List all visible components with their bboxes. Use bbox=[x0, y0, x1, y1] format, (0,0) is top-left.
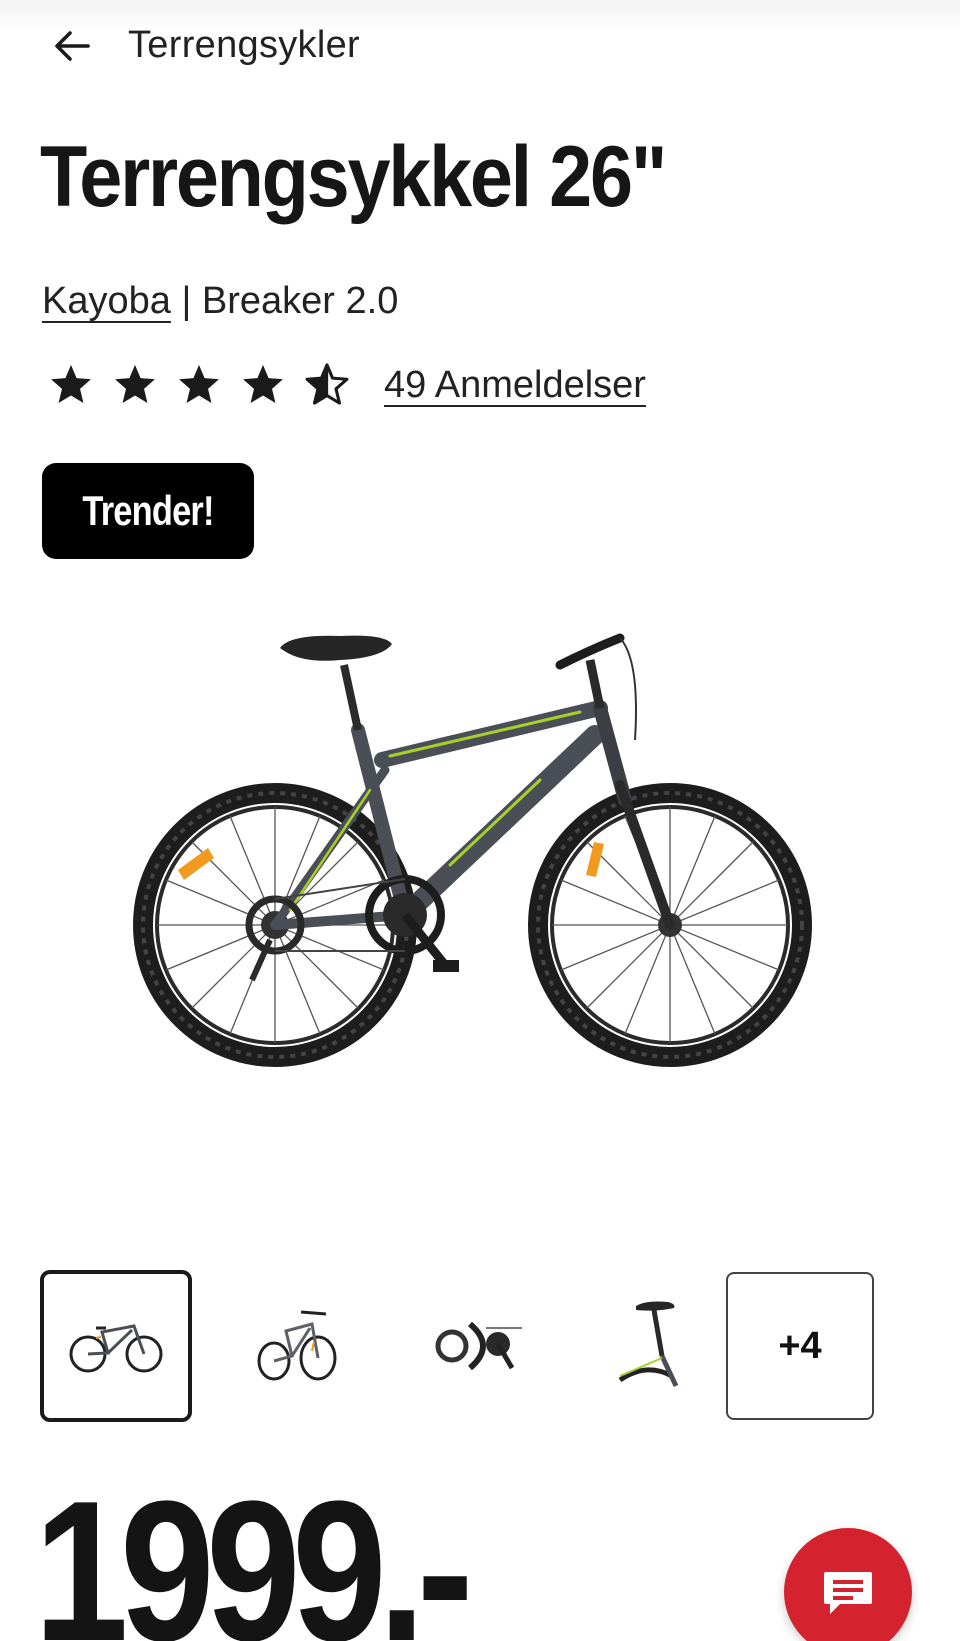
arrow-left-icon bbox=[55, 31, 90, 61]
mountain-bike-image[interactable] bbox=[100, 620, 860, 1090]
product-title: Terrengsykkel 26" bbox=[40, 129, 667, 225]
more-images-button[interactable]: +4 bbox=[726, 1272, 874, 1420]
badge-label: Trender! bbox=[82, 487, 214, 534]
seat-closeup-thumbnail[interactable] bbox=[580, 1270, 732, 1422]
gears-closeup-thumbnail[interactable] bbox=[400, 1270, 552, 1422]
star-full-icon bbox=[179, 364, 219, 404]
bike-side-thumbnail-image bbox=[69, 1324, 163, 1373]
product-price: 1999.- bbox=[34, 1460, 474, 1641]
model-name: Breaker 2.0 bbox=[201, 280, 399, 322]
star-rating bbox=[48, 362, 350, 408]
star-full-icon bbox=[51, 364, 91, 404]
star-half-icon bbox=[305, 363, 349, 405]
star-full-icon bbox=[243, 364, 283, 404]
bike-side-thumbnail[interactable] bbox=[40, 1270, 192, 1422]
top-bar: Terrengsykler bbox=[0, 0, 960, 96]
breadcrumb[interactable]: Terrengsykler bbox=[128, 24, 360, 67]
reviews-link[interactable]: 49 Anmeldelser bbox=[384, 364, 646, 407]
gears-closeup-thumbnail-image bbox=[435, 1321, 522, 1371]
chat-bubble-icon bbox=[824, 1572, 872, 1614]
bike-angle-thumbnail[interactable] bbox=[220, 1270, 372, 1422]
seat-closeup-thumbnail-image bbox=[618, 1301, 679, 1388]
bike-angle-thumbnail-image bbox=[257, 1310, 337, 1381]
trending-badge: Trender! bbox=[42, 463, 254, 559]
star-full-icon bbox=[115, 364, 155, 404]
thumbnail-strip: +4 bbox=[40, 1270, 880, 1422]
chat-button[interactable] bbox=[784, 1528, 912, 1641]
saddle bbox=[280, 635, 392, 731]
brand-link[interactable]: Kayoba bbox=[42, 280, 171, 322]
brand-model-line: Kayoba | Breaker 2.0 bbox=[42, 280, 398, 323]
back-button[interactable] bbox=[48, 22, 96, 70]
rating-row: 49 Anmeldelser bbox=[48, 362, 646, 408]
brand-separator: | bbox=[170, 280, 202, 322]
front-reflector bbox=[586, 842, 604, 877]
